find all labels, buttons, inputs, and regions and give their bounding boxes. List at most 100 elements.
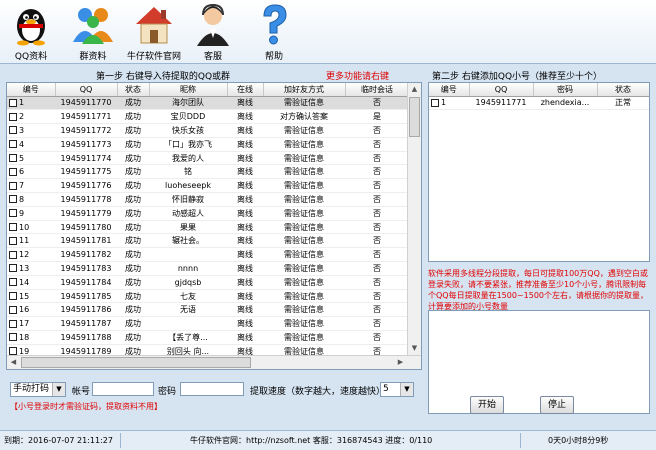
row-checkbox[interactable] — [9, 236, 17, 245]
table-cell: nnnn — [149, 261, 227, 276]
row-checkbox[interactable] — [9, 112, 17, 121]
qq-list-column-header[interactable]: 临时会话 — [345, 83, 410, 97]
table-row[interactable]: 2 1945911771 成功 宝贝DDD 离线 对方确认答案是 — [7, 109, 409, 125]
table-cell: 需验证信息 — [263, 137, 345, 152]
table-row[interactable]: 8 1945911778 成功 怀旧静寂 离线 需验证信息否 — [7, 192, 409, 207]
row-checkbox[interactable] — [9, 154, 17, 163]
start-button[interactable]: 开始 — [470, 396, 504, 414]
password-input[interactable] — [180, 382, 244, 396]
qq-list-column-header[interactable]: 状态 — [117, 83, 150, 97]
website-button[interactable]: 牛仔软件官网 — [122, 2, 186, 62]
table-cell: 需验证信息 — [263, 302, 345, 318]
left-vertical-thumb[interactable] — [409, 97, 420, 137]
account-list-column-header[interactable]: 状态 — [597, 83, 649, 97]
table-row[interactable]: 17 1945911787 成功 离线 需验证信息否 — [7, 316, 409, 332]
qq-list-column-header[interactable]: 加好友方式 — [263, 83, 346, 97]
table-cell: 16 — [7, 302, 55, 318]
table-row[interactable]: 9 1945911779 成功 动感超人 离线 需验证信息否 — [7, 206, 409, 221]
table-row[interactable]: 6 1945911775 成功铭离线 需验证信息否 — [7, 164, 409, 180]
group-info-label: 群资料 — [79, 52, 107, 62]
row-checkbox[interactable] — [9, 223, 17, 232]
table-cell: luoheseepk — [149, 178, 227, 194]
table-row[interactable]: 5 1945911774 成功 我爱的人 离线 需验证信息否 — [7, 151, 409, 166]
website-service-progress: 牛仔软件官网：http://nzsoft.net 客服：316874543 进度… — [190, 436, 433, 445]
left-horizontal-scrollbar[interactable]: ◀ ▶ — [7, 355, 421, 369]
row-index: 1 — [19, 98, 25, 108]
row-checkbox[interactable] — [9, 140, 17, 149]
service-button[interactable]: 客服 — [190, 2, 236, 62]
table-row[interactable]: 18 1945911788 成功 【丢了尊... 离线 需验证信息否 — [7, 330, 409, 345]
scroll-up-icon[interactable]: ▲ — [408, 83, 421, 96]
right-panel-title: 第二步 右键添加QQ小号（推荐至少十个） — [432, 72, 603, 82]
scroll-down-icon[interactable]: ▼ — [408, 342, 421, 355]
row-checkbox[interactable] — [9, 278, 17, 287]
account-list-column-header[interactable]: QQ — [469, 83, 534, 97]
table-cell: 1945911781 — [55, 233, 117, 249]
row-checkbox[interactable] — [9, 181, 17, 190]
table-row[interactable]: 15 1945911785 成功 七友 离线 需验证信息否 — [7, 289, 409, 304]
table-cell: 14 — [7, 275, 55, 290]
row-checkbox[interactable] — [9, 250, 17, 259]
group-info-button[interactable]: 群资料 — [68, 2, 118, 62]
table-row[interactable]: 13 1945911783 成功 nnnn 离线 需验证信息否 — [7, 261, 409, 276]
table-row[interactable]: 3 1945911772 成功 快乐女孩 离线 需验证信息否 — [7, 123, 409, 138]
qq-list-grid[interactable]: 编号 QQ 状态 昵称 在线 加好友方式 临时会话 1 1945911770 成功 海尔团队 离线需… — [6, 82, 422, 370]
qq-list-column-header[interactable]: 编号 — [7, 83, 56, 97]
table-cell: 1945911771 — [469, 96, 533, 111]
table-row[interactable]: 7 1945911776 成功 luoheseepk 离线 需验证信息否 — [7, 178, 409, 194]
row-index: 6 — [19, 167, 25, 177]
row-checkbox[interactable] — [9, 195, 17, 204]
account-list-column-header[interactable]: 密码 — [533, 83, 598, 97]
stop-button[interactable]: 停止 — [540, 396, 574, 414]
table-cell: 离线 — [227, 275, 263, 290]
qq-list-column-header[interactable]: 在线 — [227, 83, 264, 97]
captcha-mode-select[interactable]: 手动打码 ▼ — [10, 382, 66, 397]
table-cell: 否 — [345, 220, 409, 235]
table-cell: 离线 — [227, 233, 263, 249]
row-checkbox[interactable] — [9, 126, 17, 135]
table-cell: 需验证信息 — [263, 151, 345, 166]
account-list-column-header[interactable]: 编号 — [429, 83, 470, 97]
chevron-down-icon[interactable]: ▼ — [52, 383, 65, 396]
account-list-grid[interactable]: 编号 QQ 密码 状态 1 1945911771 zhendexia... 正常 — [428, 82, 650, 262]
qq-info-button[interactable]: QQ资料 — [8, 2, 54, 62]
table-cell: 需验证信息 — [263, 261, 345, 276]
left-horizontal-thumb[interactable] — [21, 357, 251, 368]
qq-list-table: 编号 QQ 状态 昵称 在线 加好友方式 临时会话 1 1945911770 成功 海尔团队 离线需… — [7, 83, 410, 369]
account-list-header: 编号 QQ 密码 状态 — [429, 83, 649, 97]
table-row[interactable]: 14 1945911784 成功 gjdqsb 离线 需验证信息否 — [7, 275, 409, 290]
qq-list-column-header[interactable]: QQ — [55, 83, 118, 97]
table-row[interactable]: 1 1945911770 成功 海尔团队 离线 需验证信息否 — [7, 96, 409, 111]
row-checkbox[interactable] — [9, 305, 17, 314]
table-row[interactable]: 10 1945911780 成功 果果 离线 需验证信息否 — [7, 220, 409, 235]
scroll-right-icon[interactable]: ▶ — [394, 356, 407, 369]
account-input[interactable] — [92, 382, 154, 396]
row-checkbox[interactable] — [431, 98, 439, 107]
table-cell: 否 — [345, 151, 409, 166]
table-cell: gjdqsb — [149, 275, 227, 290]
table-cell: 离线 — [227, 137, 263, 152]
row-checkbox[interactable] — [9, 333, 17, 342]
table-row[interactable]: 16 1945911786 成功 无语 离线 需验证信息否 — [7, 302, 409, 318]
table-cell: zhendexia... — [533, 96, 597, 111]
help-button[interactable]: 帮助 — [252, 2, 296, 62]
table-row[interactable]: 12 1945911782 成功 离线 需验证信息否 — [7, 247, 409, 263]
chevron-down-icon[interactable]: ▼ — [400, 383, 413, 396]
row-checkbox[interactable] — [9, 167, 17, 176]
table-cell: 否 — [345, 275, 409, 290]
row-checkbox[interactable] — [9, 319, 17, 328]
table-row[interactable]: 4 1945911773 成功 「口」我亦飞 离线 需验证信息否 — [7, 137, 409, 152]
table-row[interactable]: 11 1945911781 成功 辗社会。 离线 需验证信息否 — [7, 233, 409, 249]
speed-select[interactable]: 5 ▼ — [380, 382, 414, 397]
table-row[interactable]: 1 1945911771 zhendexia... 正常 — [429, 96, 649, 111]
qq-list-column-header[interactable]: 昵称 — [149, 83, 228, 97]
row-checkbox[interactable] — [9, 264, 17, 273]
row-checkbox[interactable] — [9, 209, 17, 218]
table-cell: 1945911780 — [55, 220, 117, 235]
scroll-left-icon[interactable]: ◀ — [7, 356, 20, 369]
more-functions-link[interactable]: 更多功能请右键 — [326, 69, 389, 82]
row-checkbox[interactable] — [9, 98, 17, 107]
left-vertical-scrollbar[interactable]: ▲ ▼ — [407, 83, 421, 355]
row-checkbox[interactable] — [9, 292, 17, 301]
extraction-notice: 软件采用多线程分段提取，每日可提取100万QQ，遇到空白或登录失败，请不要紧张，… — [428, 269, 649, 311]
